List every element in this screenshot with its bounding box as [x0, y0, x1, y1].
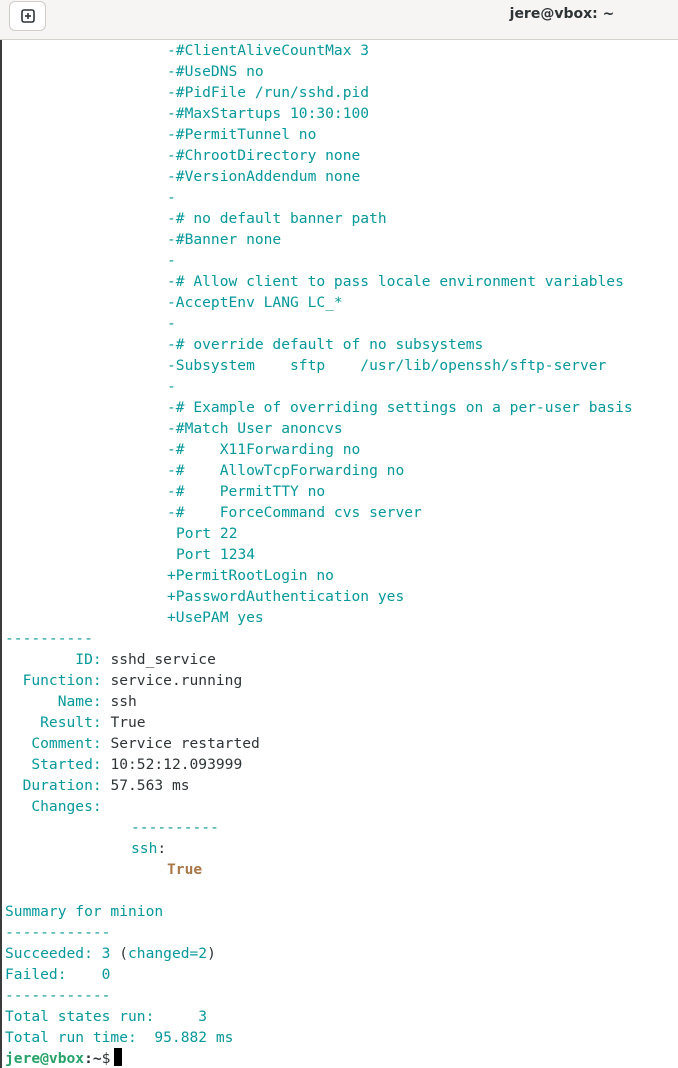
state-field-comment: Comment: Service restarted: [5, 733, 678, 754]
diff-line-added: +UsePAM yes: [167, 609, 264, 626]
state-field-result: Result: True: [5, 712, 678, 733]
changes-separator: ----------: [131, 819, 219, 836]
terminal-output[interactable]: -#ClientAliveCountMax 3 -#UseDNS no -#Pi…: [5, 40, 678, 1068]
diff-line-removed: -# AllowTcpForwarding no: [167, 462, 405, 479]
changes-key: ssh:: [5, 838, 678, 859]
diff-line-removed: -#PidFile /run/sshd.pid: [167, 84, 370, 101]
state-field-started: Started: 10:52:12.093999: [5, 754, 678, 775]
field-value: sshd_service: [101, 651, 216, 668]
diff-line-removed: -# X11Forwarding no: [167, 441, 361, 458]
new-tab-button[interactable]: [9, 1, 46, 31]
diff-line-removed: -: [167, 189, 176, 206]
summary-total-time: Total run time: 95.882 ms: [5, 1029, 234, 1046]
diff-line-removed: -: [167, 378, 176, 395]
text-cursor[interactable]: [114, 1048, 123, 1066]
diff-line-removed: -AcceptEnv LANG LC_*: [167, 294, 343, 311]
diff-line-unchanged: Port 22: [176, 525, 238, 542]
state-separator: ----------: [5, 630, 93, 647]
diff-line-removed: -#Match User anoncvs: [167, 420, 343, 437]
summary-failed: Failed: 0: [5, 966, 111, 983]
field-value: 10:52:12.093999: [101, 756, 243, 773]
diff-line-removed: -#Banner none: [167, 231, 282, 248]
diff-line-removed: -: [167, 315, 176, 332]
field-value: service.running: [101, 672, 243, 689]
diff-line-removed: -# override default of no subsystems: [167, 336, 484, 353]
state-field-changes: Changes:: [5, 796, 678, 817]
summary-total-states: Total states run: 3: [5, 1008, 208, 1025]
field-label: Started:: [5, 756, 102, 773]
diff-line-added: +PermitRootLogin no: [167, 567, 334, 584]
state-field-duration: Duration: 57.563 ms: [5, 775, 678, 796]
state-field-name: Name: ssh: [5, 691, 678, 712]
diff-line-removed: -#PermitTunnel no: [167, 126, 317, 143]
field-label: Result:: [5, 714, 102, 731]
diff-line-added: +PasswordAuthentication yes: [167, 588, 405, 605]
diff-line-removed: -# ForceCommand cvs server: [167, 504, 422, 521]
diff-line-unchanged: Port 1234: [176, 546, 256, 563]
field-value: ssh: [101, 693, 137, 710]
summary-succeeded: Succeeded: 3 (changed=2): [5, 943, 678, 964]
field-label: Function:: [5, 672, 102, 689]
shell-prompt[interactable]: jere@vbox:~$: [5, 1048, 678, 1068]
open-paren: (: [110, 945, 129, 962]
field-value: True: [101, 714, 146, 731]
changes-key-name: ssh: [131, 840, 158, 857]
window-edge: [0, 40, 2, 1068]
field-value: Service restarted: [101, 735, 260, 752]
title-bar: jere@vbox: ~: [0, 0, 678, 40]
field-value: 57.563 ms: [101, 777, 190, 794]
state-field-function: Function: service.running: [5, 670, 678, 691]
changed-count: changed=2: [128, 945, 208, 962]
prompt-symbol: $: [101, 1050, 111, 1067]
diff-line-removed: -#VersionAddendum none: [167, 168, 361, 185]
plus-square-icon: [20, 9, 35, 23]
field-label: Changes:: [5, 798, 102, 815]
field-label: ID:: [5, 651, 102, 668]
summary-rule: ------------: [5, 987, 111, 1004]
field-label: Duration:: [5, 777, 102, 794]
succeeded-count: Succeeded: 3: [5, 945, 111, 962]
field-label: Name:: [5, 693, 102, 710]
summary-title: Summary for minion: [5, 903, 164, 920]
diff-line-removed: -#UseDNS no: [167, 63, 264, 80]
prompt-user-host: jere@vbox: [5, 1050, 85, 1067]
diff-line-removed: -# Allow client to pass locale environme…: [167, 273, 624, 290]
diff-line-removed: -# PermitTTY no: [167, 483, 326, 500]
prompt-path: :~: [84, 1050, 102, 1067]
diff-line-removed: -#ClientAliveCountMax 3: [167, 42, 370, 59]
terminal-window: jere@vbox: ~ -#ClientAliveCountMax 3 -#U…: [0, 0, 678, 1068]
close-paren: ): [207, 945, 216, 962]
diff-line-removed: -#ChrootDirectory none: [167, 147, 361, 164]
window-title: jere@vbox: ~: [509, 6, 615, 22]
summary-rule: ------------: [5, 924, 111, 941]
state-field-id: ID: sshd_service: [5, 649, 678, 670]
diff-line-removed: -# no default banner path: [167, 210, 387, 227]
diff-line-removed: -: [167, 252, 176, 269]
diff-line-removed: -Subsystem sftp /usr/lib/openssh/sftp-se…: [167, 357, 607, 374]
diff-line-removed: -#MaxStartups 10:30:100: [167, 105, 370, 122]
changes-key-colon: :: [157, 840, 167, 857]
changes-value: True: [167, 861, 203, 878]
field-label: Comment:: [5, 735, 102, 752]
diff-line-removed: -# Example of overriding settings on a p…: [167, 399, 633, 416]
